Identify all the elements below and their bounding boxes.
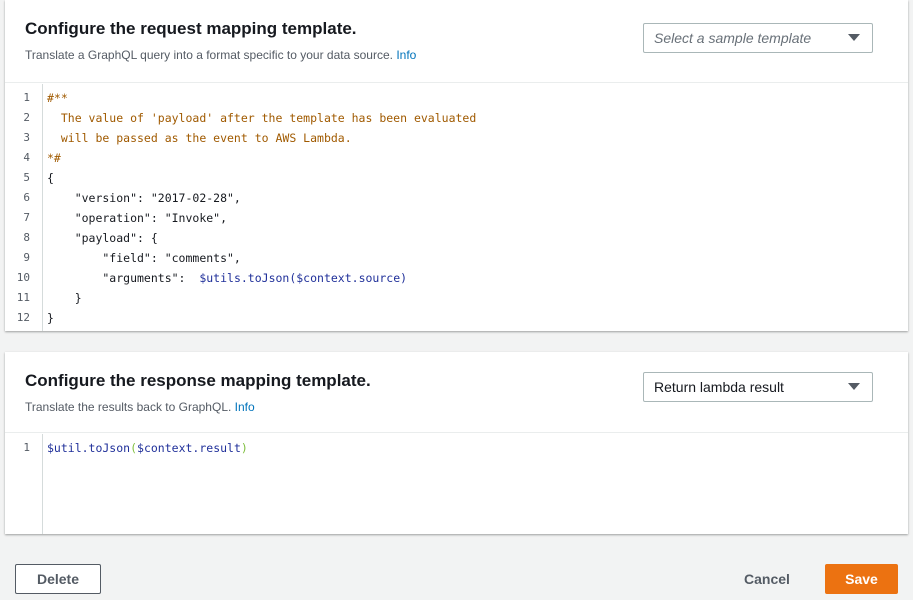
request-code-line: { <box>47 171 54 185</box>
code-token: will be passed as the event to AWS Lambd… <box>47 131 352 145</box>
line-number: 12 <box>16 311 30 324</box>
code-token: ) <box>240 441 248 455</box>
line-number: 8 <box>23 231 30 244</box>
code-token: "payload": { <box>47 231 158 245</box>
response-info-link[interactable]: Info <box>235 400 255 414</box>
line-number: 3 <box>23 131 30 144</box>
response-code-area[interactable]: $util.toJson($context.result) <box>47 434 908 534</box>
delete-button[interactable]: Delete <box>15 564 101 594</box>
request-code-area[interactable]: #** The value of 'payload' after the tem… <box>47 84 908 331</box>
save-button[interactable]: Save <box>825 564 898 594</box>
code-token: #** <box>47 91 68 105</box>
code-token: "operation": "Invoke", <box>47 211 228 225</box>
request-code-line: "arguments": $utils.toJson($context.sour… <box>47 271 407 285</box>
line-number: 11 <box>16 291 30 304</box>
response-template-select[interactable]: Return lambda result <box>643 372 873 402</box>
request-panel-header: Configure the request mapping template. … <box>5 0 908 83</box>
request-line-gutter: 1 2 3 4 5 6 7 8 9 10 11 12 <box>5 84 43 331</box>
response-panel-description: Translate the results back to GraphQL. I… <box>25 400 888 414</box>
code-token: "field": "comments", <box>47 251 241 265</box>
request-code-line: } <box>47 291 82 305</box>
line-number: 10 <box>16 271 30 284</box>
sample-template-placeholder: Select a sample template <box>654 30 812 46</box>
line-number: 1 <box>23 441 30 454</box>
line-number: 1 <box>23 91 30 104</box>
line-number: 4 <box>23 151 30 164</box>
response-code-line: $util.toJson($context.result) <box>47 441 248 455</box>
cancel-button[interactable]: Cancel <box>735 564 799 594</box>
request-code-line: } <box>47 311 54 325</box>
code-token: } <box>47 311 54 325</box>
code-token: "arguments": <box>47 271 200 285</box>
code-token: $utils.toJson($context.source) <box>199 271 408 285</box>
code-token: } <box>47 291 82 305</box>
sample-template-select[interactable]: Select a sample template <box>643 23 873 53</box>
code-token: The value of 'payload' after the templat… <box>47 111 477 125</box>
response-panel-header: Configure the response mapping template.… <box>5 352 908 433</box>
response-line-gutter: 1 <box>5 434 43 534</box>
request-code-editor[interactable]: 1 2 3 4 5 6 7 8 9 10 11 12 #** The value of 'payloa… <box>5 84 908 331</box>
request-code-line: #** <box>47 91 68 105</box>
caret-down-icon <box>848 383 860 390</box>
request-code-line: will be passed as the event to AWS Lambd… <box>47 131 352 145</box>
code-token: $context.result <box>137 441 241 455</box>
caret-down-icon <box>848 34 860 41</box>
request-code-line: "field": "comments", <box>47 251 241 265</box>
line-number: 2 <box>23 111 30 124</box>
line-number: 9 <box>23 251 30 264</box>
request-code-line: The value of 'payload' after the templat… <box>47 111 476 125</box>
line-number: 7 <box>23 211 30 224</box>
request-code-line: *# <box>47 151 61 165</box>
request-code-line: "version": "2017-02-28", <box>47 191 241 205</box>
code-token: { <box>47 171 54 185</box>
request-code-line: "payload": { <box>47 231 158 245</box>
code-token: $util.toJson <box>47 441 131 455</box>
code-token: ( <box>130 441 138 455</box>
line-number: 6 <box>23 191 30 204</box>
request-mapping-panel: Configure the request mapping template. … <box>5 0 908 331</box>
request-description-text: Translate a GraphQL query into a format … <box>25 48 393 62</box>
response-template-value: Return lambda result <box>654 379 784 395</box>
code-token: "version": "2017-02-28", <box>47 191 241 205</box>
response-description-text: Translate the results back to GraphQL. <box>25 400 232 414</box>
request-code-line: "operation": "Invoke", <box>47 211 227 225</box>
request-info-link[interactable]: Info <box>396 48 416 62</box>
response-code-editor[interactable]: 1 $util.toJson($context.result) <box>5 434 908 534</box>
code-token: *# <box>47 151 61 165</box>
line-number: 5 <box>23 171 30 184</box>
response-mapping-panel: Configure the response mapping template.… <box>5 352 908 534</box>
